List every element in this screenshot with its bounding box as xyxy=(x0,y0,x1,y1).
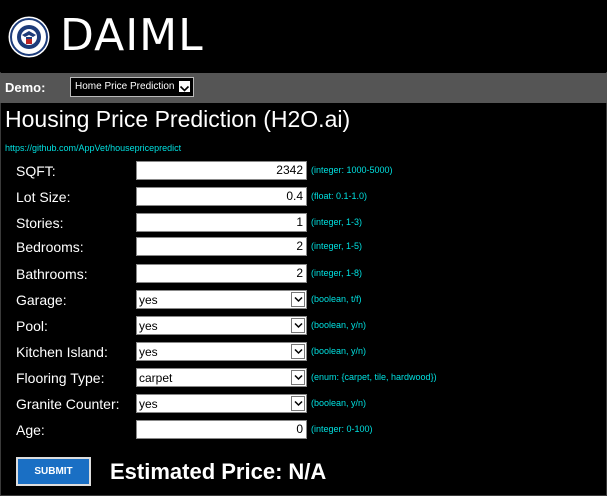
sqft-hint: (integer: 1000-5000) xyxy=(311,165,393,175)
lot-size-label: Lot Size: xyxy=(16,189,71,205)
bathrooms-input[interactable]: 2 xyxy=(136,264,307,283)
row-age: Age: 0 (integer: 0-100) xyxy=(0,420,607,442)
pool-value: yes xyxy=(139,319,158,333)
bathrooms-hint: (integer, 1-8) xyxy=(311,268,363,278)
row-garage: Garage: yes (boolean, t/f) xyxy=(0,290,607,312)
bedrooms-label: Bedrooms: xyxy=(16,239,84,255)
stories-label: Stories: xyxy=(16,215,64,231)
row-sqft: SQFT: 2342 (integer: 1000-5000) xyxy=(0,161,607,183)
granite-counter-value: yes xyxy=(139,397,158,411)
garage-select[interactable]: yes xyxy=(136,290,307,309)
row-granite-counter: Granite Counter: yes (boolean, y/n) xyxy=(0,394,607,416)
stories-input[interactable]: 1 xyxy=(136,213,307,232)
dhs-seal-icon xyxy=(8,16,50,58)
garage-value: yes xyxy=(139,293,158,307)
chevron-down-icon[interactable] xyxy=(291,292,305,307)
app-title: DAIML xyxy=(60,10,204,61)
estimated-price-value: N/A xyxy=(288,459,327,484)
submit-button[interactable]: SUBMIT xyxy=(16,457,91,486)
flooring-type-value: carpet xyxy=(139,371,173,385)
kitchen-island-hint: (boolean, y/n) xyxy=(311,346,367,356)
granite-counter-select[interactable]: yes xyxy=(136,394,307,413)
row-lot-size: Lot Size: 0.4 (float: 0.1-1.0) xyxy=(0,187,607,209)
demo-label: Demo: xyxy=(5,80,46,95)
flooring-type-hint: (enum: {carpet, tile, hardwood}) xyxy=(311,372,437,382)
row-bathrooms: Bathrooms: 2 (integer, 1-8) xyxy=(0,264,607,286)
flooring-type-select[interactable]: carpet xyxy=(136,368,307,387)
chevron-down-icon[interactable] xyxy=(291,370,305,385)
header: DAIML xyxy=(0,0,607,72)
granite-counter-hint: (boolean, y/n) xyxy=(311,398,367,408)
age-input[interactable]: 0 xyxy=(136,420,307,439)
chevron-down-icon[interactable] xyxy=(291,396,305,411)
pool-hint: (boolean, y/n) xyxy=(311,320,367,330)
row-bedrooms: Bedrooms: 2 (integer, 1-5) xyxy=(0,237,607,259)
flooring-type-label: Flooring Type: xyxy=(16,370,105,386)
page-title: Housing Price Prediction (H2O.ai) xyxy=(5,106,351,132)
row-flooring-type: Flooring Type: carpet (enum: {carpet, ti… xyxy=(0,368,607,390)
chevron-down-icon[interactable] xyxy=(291,344,305,359)
stories-hint: (integer, 1-3) xyxy=(311,217,363,227)
lot-size-hint: (float: 0.1-1.0) xyxy=(311,191,368,201)
row-kitchen-island: Kitchen Island: yes (boolean, y/n) xyxy=(0,342,607,364)
kitchen-island-value: yes xyxy=(139,345,158,359)
kitchen-island-label: Kitchen Island: xyxy=(16,344,108,360)
estimated-price: Estimated Price: N/A xyxy=(110,459,326,485)
repo-link[interactable]: https://github.com/AppVet/housepricepred… xyxy=(5,143,181,153)
bedrooms-input[interactable]: 2 xyxy=(136,237,307,256)
kitchen-island-select[interactable]: yes xyxy=(136,342,307,361)
estimated-price-label: Estimated Price: xyxy=(110,459,283,484)
age-label: Age: xyxy=(16,422,45,438)
chevron-down-icon[interactable] xyxy=(291,318,305,333)
pool-label: Pool: xyxy=(16,318,48,334)
garage-hint: (boolean, t/f) xyxy=(311,294,362,304)
demo-select-value: Home Price Prediction xyxy=(75,81,175,92)
bathrooms-label: Bathrooms: xyxy=(16,266,88,282)
sqft-input[interactable]: 2342 xyxy=(136,161,307,180)
bedrooms-hint: (integer, 1-5) xyxy=(311,241,363,251)
chevron-down-icon[interactable] xyxy=(178,80,191,93)
pool-select[interactable]: yes xyxy=(136,316,307,335)
garage-label: Garage: xyxy=(16,292,67,308)
lot-size-input[interactable]: 0.4 xyxy=(136,187,307,206)
demo-select[interactable]: Home Price Prediction xyxy=(70,77,194,97)
sqft-label: SQFT: xyxy=(16,163,56,179)
row-stories: Stories: 1 (integer, 1-3) xyxy=(0,213,607,235)
row-pool: Pool: yes (boolean, y/n) xyxy=(0,316,607,338)
age-hint: (integer: 0-100) xyxy=(311,424,373,434)
demo-bar: Demo: Home Price Prediction xyxy=(0,73,607,103)
granite-counter-label: Granite Counter: xyxy=(16,396,120,412)
